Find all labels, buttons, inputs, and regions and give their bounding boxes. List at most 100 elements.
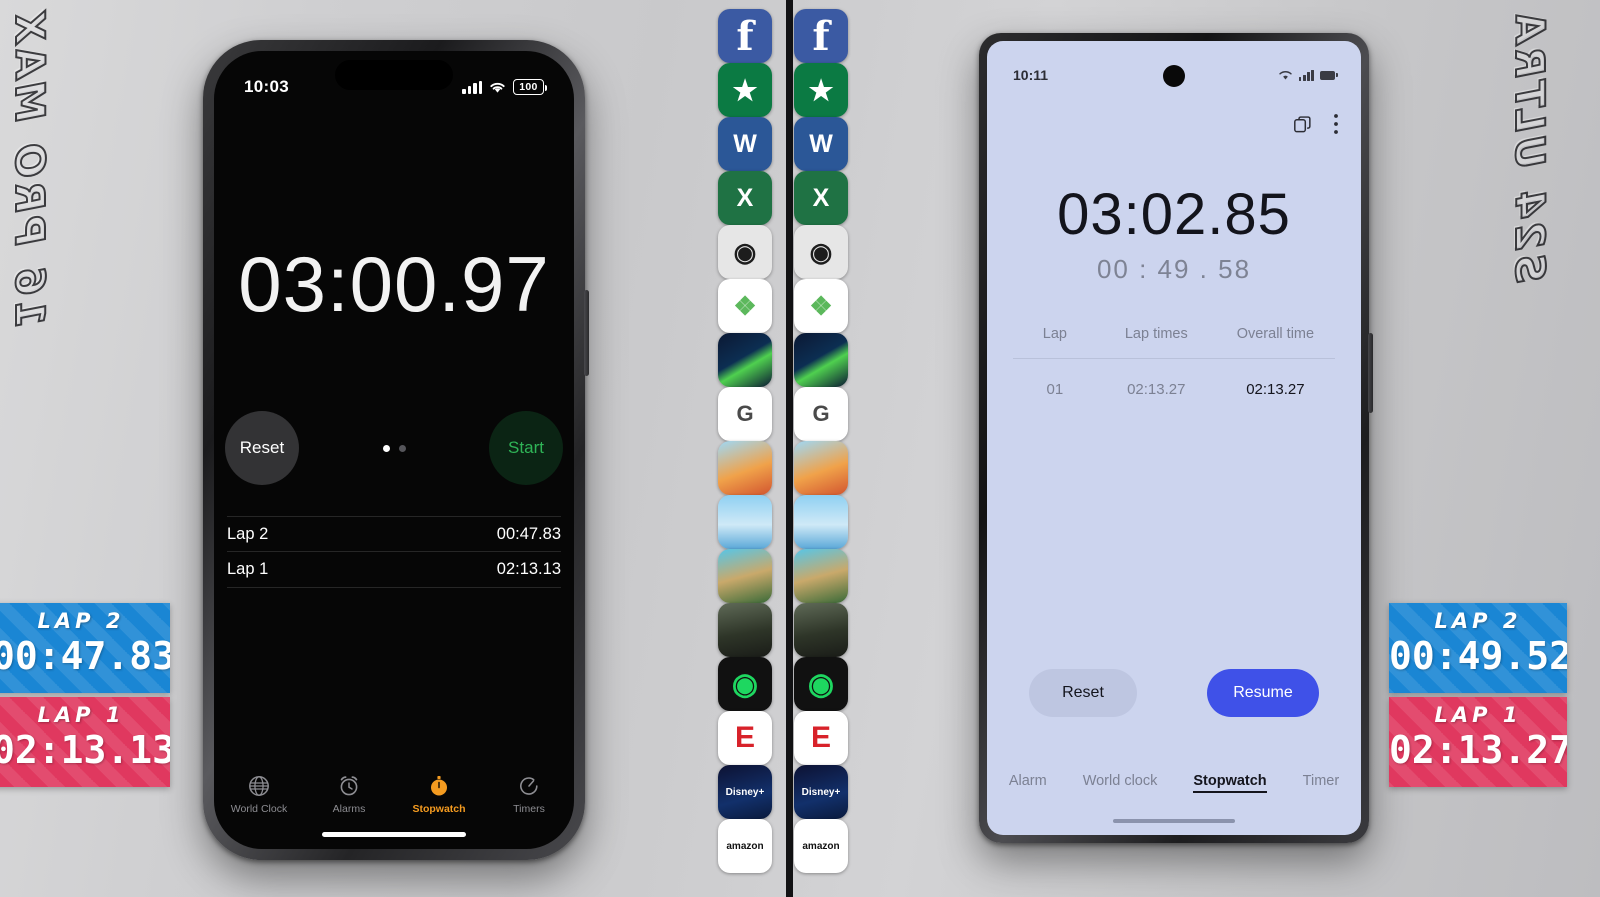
table-row: Lap 1 02:13.13 bbox=[227, 552, 561, 588]
tab-timers[interactable]: Timers bbox=[485, 774, 573, 815]
google-maps-icon bbox=[718, 333, 772, 387]
microsoft-word-icon: W bbox=[718, 117, 772, 171]
microsoft-excel-icon: X bbox=[794, 171, 848, 225]
timer-icon bbox=[520, 777, 538, 795]
subway-surfers-icon bbox=[718, 441, 772, 495]
galaxy-s24-ultra-device: 10:11 03:02.85 00: 49 . 58 Lap Lap time… bbox=[979, 33, 1373, 843]
google-analytics-icon: G bbox=[718, 387, 772, 441]
overflow-menu-icon[interactable] bbox=[1333, 113, 1339, 135]
tab-alarms[interactable]: Alarms bbox=[305, 774, 393, 815]
app-icon-column-left: f ★ W X ◉ ❖ G ◉ E Disney+ amazon bbox=[718, 0, 774, 897]
camera-icon: ◉ bbox=[794, 225, 848, 279]
column-divider bbox=[786, 0, 793, 897]
overlay-title: LAP 2 bbox=[1434, 609, 1522, 633]
tab-alarm[interactable]: Alarm bbox=[1009, 773, 1047, 793]
home-indicator[interactable] bbox=[322, 832, 466, 837]
cellular-bars-icon bbox=[1298, 69, 1314, 81]
right-device-label: S24 ULTRA bbox=[1505, 7, 1553, 284]
overlay-left-lap1: LAP 1 02:13.13 bbox=[0, 697, 170, 787]
samsung-status-time: 10:11 bbox=[1013, 67, 1049, 83]
tab-label: World Clock bbox=[230, 803, 288, 815]
call-of-duty-icon bbox=[718, 603, 772, 657]
samsung-action-row bbox=[1292, 113, 1339, 135]
samsung-lap-table: Lap Lap times Overall time 01 02:13.27 0… bbox=[1013, 326, 1335, 398]
battery-percent: 100 bbox=[519, 81, 538, 93]
table-row: 01 02:13.27 02:13.27 bbox=[1013, 359, 1335, 398]
battery-icon bbox=[1320, 70, 1338, 80]
cell-lap-time: 02:13.27 bbox=[1127, 381, 1186, 398]
column-header-overall-time: Overall time bbox=[1236, 326, 1315, 342]
tab-world-clock[interactable]: World clock bbox=[1083, 773, 1158, 793]
overlay-right-lap1: LAP 1 02:13.27 bbox=[1389, 697, 1567, 787]
left-device-label: 16 PRO MAX bbox=[5, 7, 53, 328]
column-header-lap: Lap bbox=[1042, 326, 1067, 342]
samsung-stopwatch-time: 03:02.85 bbox=[1057, 182, 1291, 247]
subway-surfers-icon bbox=[794, 441, 848, 495]
wifi-icon bbox=[1279, 71, 1292, 80]
espn-icon: E bbox=[794, 711, 848, 765]
battery-icon: 100 bbox=[513, 79, 547, 95]
espn-icon: E bbox=[718, 711, 772, 765]
overlay-left-lap2: LAP 2 00:47.83 bbox=[0, 603, 170, 693]
wifi-icon bbox=[490, 82, 505, 93]
overlay-title: LAP 1 bbox=[37, 703, 125, 727]
lap-time: 00:47.83 bbox=[496, 524, 561, 543]
call-of-duty-icon bbox=[794, 603, 848, 657]
microsoft-word-icon: W bbox=[794, 117, 848, 171]
camera-icon: ◉ bbox=[718, 225, 772, 279]
cell-overall-time: 02:13.27 bbox=[1246, 381, 1305, 398]
overlay-title: LAP 1 bbox=[1434, 703, 1522, 727]
google-maps-icon bbox=[794, 333, 848, 387]
samsung-status-bar: 10:11 bbox=[987, 67, 1361, 83]
cellular-bars-icon bbox=[462, 80, 482, 94]
amazon-icon: amazon bbox=[794, 819, 848, 873]
ios-tab-bar: World Clock Alarms Stopwatch Timers bbox=[214, 774, 574, 815]
overlay-value: 00:49.52 bbox=[1389, 634, 1567, 678]
lap-name: Lap 1 bbox=[227, 560, 269, 578]
spotify-icon: ◉ bbox=[718, 657, 772, 711]
facebook-icon: f bbox=[794, 9, 848, 63]
ios-stopwatch-controls: Reset Start bbox=[214, 411, 574, 485]
tab-label: Alarms bbox=[332, 803, 366, 815]
samsung-reset-button[interactable]: Reset bbox=[1029, 669, 1137, 717]
comparison-screenshot: 16 PRO MAX S24 ULTRA 10:03 100 03:00.97 bbox=[0, 0, 1600, 897]
ios-lap-list[interactable]: Lap 2 00:47.83 Lap 1 02:13.13 bbox=[227, 516, 561, 588]
zombie-highway-icon bbox=[718, 549, 772, 603]
ios-reset-button[interactable]: Reset bbox=[225, 411, 299, 485]
tab-timer[interactable]: Timer bbox=[1303, 773, 1340, 793]
bottle-flip-icon bbox=[794, 495, 848, 549]
cell-lap: 01 bbox=[1046, 381, 1064, 398]
lap-time: 02:13.13 bbox=[496, 560, 561, 578]
tab-stopwatch[interactable]: Stopwatch bbox=[395, 774, 483, 815]
starbucks-icon: ★ bbox=[718, 63, 772, 117]
alarm-clock-icon bbox=[340, 776, 358, 796]
overlay-value: 00:47.83 bbox=[0, 634, 170, 678]
disney-plus-icon: Disney+ bbox=[718, 765, 772, 819]
app-icon-column-right: f ★ W X ◉ ❖ G ◉ E Disney+ amazon bbox=[794, 0, 850, 897]
multi-window-icon[interactable] bbox=[1292, 114, 1313, 135]
ios-start-button[interactable]: Start bbox=[489, 411, 563, 485]
page-indicator[interactable] bbox=[382, 444, 406, 452]
ios-stopwatch-time: 03:00.97 bbox=[238, 240, 550, 328]
overlay-value: 02:13.13 bbox=[0, 728, 170, 772]
navigation-gesture-bar[interactable] bbox=[1113, 819, 1235, 823]
snapseed-icon: ❖ bbox=[794, 279, 848, 333]
table-header: Lap Lap times Overall time bbox=[1013, 326, 1335, 359]
column-header-lap-times: Lap times bbox=[1124, 326, 1188, 342]
samsung-tab-bar: Alarm World clock Stopwatch Timer bbox=[987, 773, 1361, 793]
ios-status-bar: 10:03 100 bbox=[214, 77, 574, 97]
samsung-screen: 10:11 03:02.85 00: 49 . 58 Lap Lap time… bbox=[987, 41, 1361, 835]
iphone-screen: 10:03 100 03:00.97 Reset Start Lap 2 00:… bbox=[214, 51, 574, 849]
globe-icon bbox=[249, 776, 269, 796]
tab-stopwatch[interactable]: Stopwatch bbox=[1193, 773, 1267, 793]
tab-world-clock[interactable]: World Clock bbox=[215, 774, 303, 815]
tab-label: Stopwatch bbox=[412, 803, 466, 815]
samsung-resume-button[interactable]: Resume bbox=[1207, 669, 1319, 717]
snapseed-icon: ❖ bbox=[718, 279, 772, 333]
bottle-flip-icon bbox=[718, 495, 772, 549]
stopwatch-icon bbox=[431, 776, 447, 796]
spotify-icon: ◉ bbox=[794, 657, 848, 711]
lap-name: Lap 2 bbox=[227, 524, 269, 543]
iphone-16-pro-max-device: 10:03 100 03:00.97 Reset Start Lap 2 00:… bbox=[203, 40, 589, 860]
amazon-icon: amazon bbox=[718, 819, 772, 873]
